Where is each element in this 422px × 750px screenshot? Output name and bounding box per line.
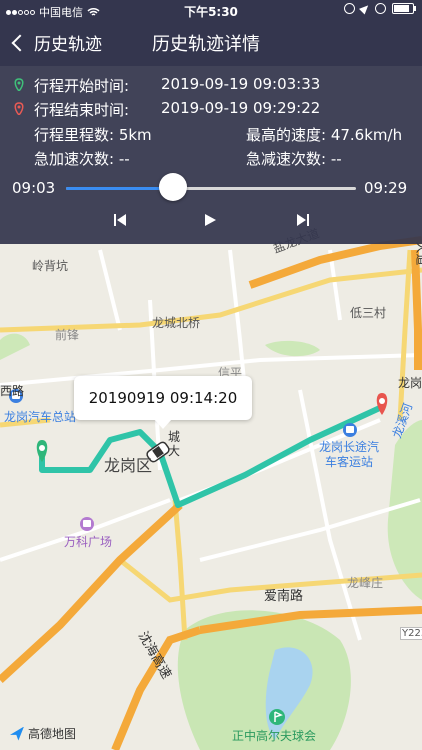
end-pin-icon	[14, 102, 24, 115]
back-label: 历史轨迹	[34, 35, 102, 55]
rapid-accel-text: 急加速次数: --	[34, 150, 130, 168]
max-speed-text: 最高的速度: 47.6km/h	[246, 126, 403, 144]
trip-info-panel: 行程开始时间: 2019-09-19 09:03:33 行程结束时间: 2019…	[0, 66, 422, 244]
playback-slider[interactable]	[66, 187, 356, 190]
place-label: 岭背坑	[32, 259, 69, 273]
district-label: 龙岗区	[104, 456, 153, 475]
place-label: 龙峰庄	[347, 576, 384, 590]
bus-stop-icon-east	[343, 423, 357, 437]
golf-icon	[269, 709, 285, 725]
page-title: 历史轨迹详情	[152, 34, 260, 55]
shopping-icon	[80, 517, 94, 531]
bus-station-label: 车客运站	[325, 455, 374, 469]
start-time-label: 行程开始时间:	[34, 77, 130, 95]
alarm-icon	[375, 3, 386, 14]
poi-label: 正中高尔夫球会	[232, 729, 317, 743]
start-pin-icon	[14, 78, 24, 91]
start-time-row: 行程开始时间:	[34, 75, 129, 96]
slider-handle[interactable]	[159, 173, 188, 201]
bus-station-label: 龙岗汽车总站	[4, 410, 77, 424]
place-label: 大	[168, 444, 181, 458]
road-label: 大道	[414, 241, 422, 266]
location-arrow-icon	[358, 2, 372, 15]
chevron-left-icon	[11, 34, 29, 51]
rapid-decel-text: 急减速次数: --	[246, 150, 342, 168]
end-time-value: 2019-09-19 09:29:22	[161, 99, 321, 117]
status-bar: 中国电信 下午5:30	[0, 0, 422, 22]
map-logo: 高德地图	[10, 725, 76, 742]
back-button[interactable]: 历史轨迹	[10, 30, 102, 55]
mileage-text: 行程里程数: 5km	[34, 126, 152, 144]
place-label: 龙岗	[398, 376, 422, 390]
play-icon[interactable]	[205, 213, 216, 227]
village-label: 低三村	[350, 306, 387, 320]
end-time-label: 行程结束时间:	[34, 101, 130, 119]
orientation-lock-icon	[344, 3, 355, 14]
nav-bar: 历史轨迹 历史轨迹详情	[0, 26, 422, 62]
poi-label: 万科广场	[64, 535, 113, 549]
road-label: 西路	[0, 384, 25, 398]
bridge-label: 龙城北桥	[152, 316, 201, 330]
road-code: Y223	[400, 627, 422, 640]
position-tooltip: 20190919 09:14:20	[74, 376, 252, 429]
map-logo-text: 高德地图	[28, 727, 77, 741]
amap-logo-icon	[10, 726, 24, 741]
playback-end-time: 09:29	[364, 179, 408, 197]
header: 中国电信 下午5:30 历史轨迹 历史轨迹详情	[0, 0, 422, 66]
slider-progress	[66, 187, 174, 190]
road-label: 爱南路	[264, 589, 304, 604]
start-time-value: 2019-09-19 09:03:33	[161, 75, 321, 93]
next-icon[interactable]	[297, 213, 309, 227]
battery-icon	[392, 3, 416, 14]
place-label: 前锋	[55, 328, 80, 342]
previous-icon[interactable]	[114, 213, 126, 227]
playback-start-time: 09:03	[12, 179, 56, 197]
